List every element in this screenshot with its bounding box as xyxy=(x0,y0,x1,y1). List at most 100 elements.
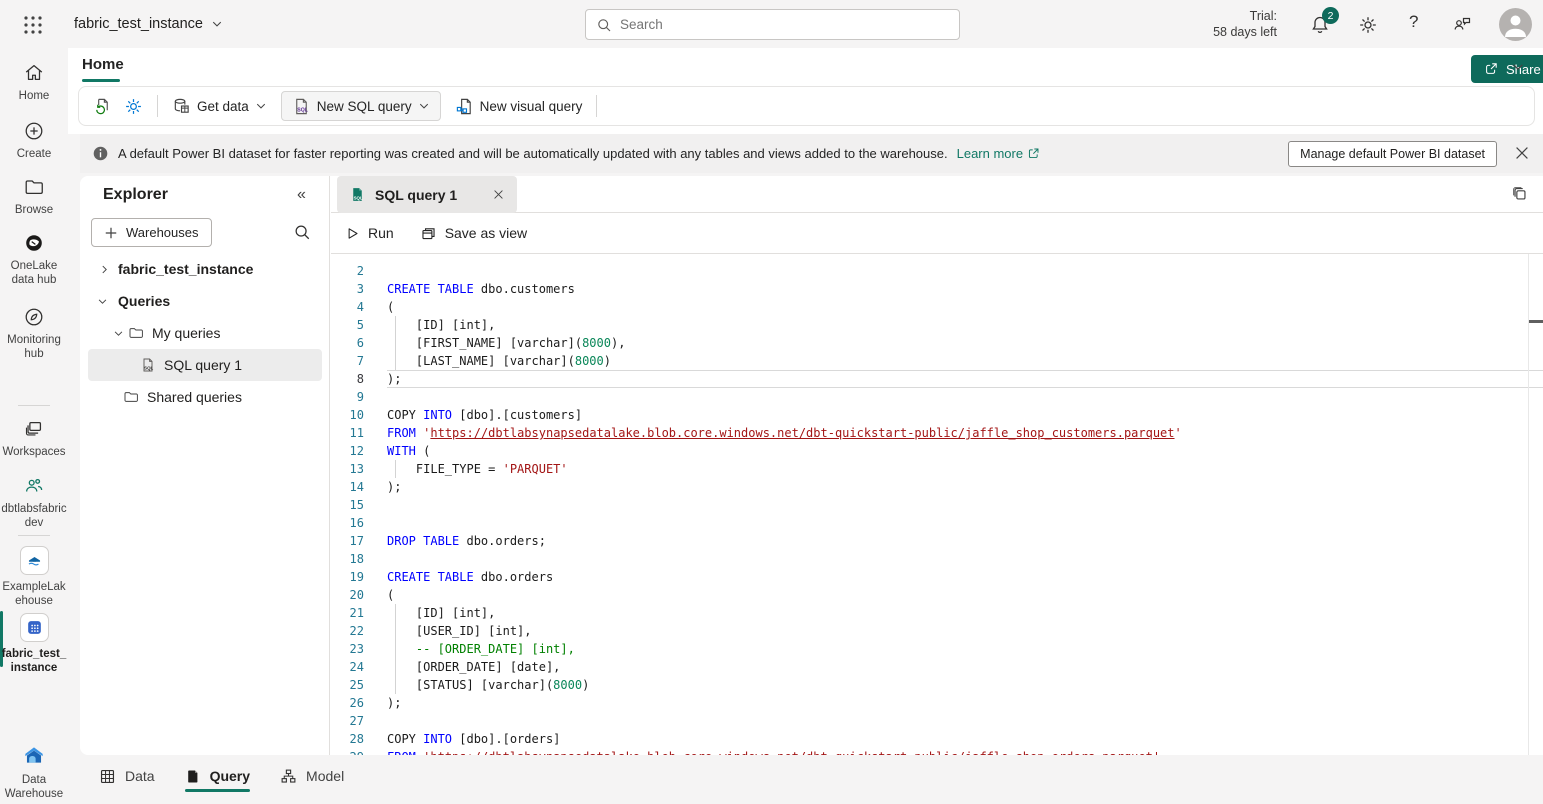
code-line-18: 18 xyxy=(331,550,1543,568)
get-data-button[interactable]: Get data xyxy=(166,91,273,121)
close-icon[interactable] xyxy=(1513,144,1531,162)
code-line-9: 9 xyxy=(331,388,1543,406)
code-line-2: 2 xyxy=(331,262,1543,280)
model-diagram-icon xyxy=(280,768,297,785)
plus-icon xyxy=(104,226,118,240)
code-line-23: 23 -- [ORDER_DATE] [int], xyxy=(331,640,1543,658)
close-tab-icon[interactable] xyxy=(492,188,505,201)
code-line-27: 27 xyxy=(331,712,1543,730)
run-button[interactable]: Run xyxy=(345,225,394,241)
nav-rail-item-data-warehouse[interactable]: Data Warehouse xyxy=(0,742,68,801)
overview-ruler-mark xyxy=(1529,320,1543,323)
play-icon xyxy=(345,226,360,241)
nav-rail-item-browse[interactable]: Browse xyxy=(0,176,68,217)
workspace-switcher[interactable]: fabric_test_instance xyxy=(74,13,223,35)
onelake-icon xyxy=(23,232,45,254)
code-line-13: 13 FILE_TYPE = 'PARQUET' xyxy=(331,460,1543,478)
view-tab-query[interactable]: Query xyxy=(185,768,250,792)
code-line-24: 24 [ORDER_DATE] [date], xyxy=(331,658,1543,676)
code-lines: 23CREATE TABLE dbo.customers4(5 [ID] [in… xyxy=(331,262,1543,755)
explorer-panel: Explorer « Warehouses fabric_test_instan… xyxy=(80,176,330,755)
svg-text:SQL: SQL xyxy=(297,107,309,113)
code-line-7: 7 [LAST_NAME] [varchar](8000) xyxy=(331,352,1543,370)
code-line-14: 14); xyxy=(331,478,1543,496)
toolbar-divider xyxy=(157,95,158,117)
search-input[interactable] xyxy=(620,17,920,32)
rail-divider xyxy=(18,405,50,406)
learn-more-link[interactable]: Learn more xyxy=(957,146,1040,161)
tree-item-sql-query-1[interactable]: SQL SQL query 1 xyxy=(88,349,322,381)
bottom-view-switcher: Data Query Model xyxy=(80,755,1543,804)
workspace-name: fabric_test_instance xyxy=(74,16,203,32)
new-visual-query-button[interactable]: New visual query xyxy=(449,91,589,121)
search-icon[interactable] xyxy=(293,223,311,241)
ribbon-tab-home[interactable]: Home xyxy=(82,56,124,73)
query-command-bar: Run Save as view xyxy=(331,213,1543,254)
copy-icon[interactable] xyxy=(1511,185,1529,203)
ribbon: Home Share Get data SQL New SQL query Ne… xyxy=(68,48,1543,134)
code-line-21: 21 [ID] [int], xyxy=(331,604,1543,622)
chevron-down-icon xyxy=(94,293,110,309)
tab-sql-query-1[interactable]: SQL SQL query 1 xyxy=(337,176,517,213)
feedback-icon[interactable] xyxy=(1452,14,1472,34)
manage-default-dataset-button[interactable]: Manage default Power BI dataset xyxy=(1288,141,1497,167)
toolbar-divider xyxy=(596,95,597,117)
tree-item-shared-queries[interactable]: Shared queries xyxy=(88,381,322,413)
info-icon xyxy=(92,145,109,162)
warehouse-icon xyxy=(20,613,49,642)
collapse-explorer-icon[interactable]: « xyxy=(297,186,306,204)
nav-rail: Home Create Browse OneLake data hub Moni… xyxy=(0,48,68,804)
top-bar: fabric_test_instance Trial: 58 days left… xyxy=(0,0,1543,48)
nav-rail-item-onelake-data-hub[interactable]: OneLake data hub xyxy=(0,232,68,287)
code-line-6: 6 [FIRST_NAME] [varchar](8000), xyxy=(331,334,1543,352)
database-icon xyxy=(172,97,191,116)
nav-rail-item-fabric-test-instance[interactable]: fabric_test_instance xyxy=(0,613,68,675)
active-tab-underline xyxy=(82,79,120,82)
editor-scrollbar-track[interactable] xyxy=(1528,254,1529,755)
nav-rail-item-workspaces[interactable]: Workspaces xyxy=(0,418,68,459)
add-warehouses-button[interactable]: Warehouses xyxy=(91,218,212,247)
share-button[interactable]: Share xyxy=(1471,55,1543,83)
main-panel: Explorer « Warehouses fabric_test_instan… xyxy=(80,176,1543,755)
share-icon xyxy=(1483,61,1499,77)
query-workarea: SQL SQL query 1 Run Save as view 23CREAT… xyxy=(331,176,1543,755)
code-line-12: 12WITH ( xyxy=(331,442,1543,460)
toolbar: Get data SQL New SQL query New visual qu… xyxy=(78,86,1535,126)
nav-rail-item-dbtlabsfabricdev[interactable]: dbtlabsfabricdev xyxy=(0,475,68,530)
code-line-16: 16 xyxy=(331,514,1543,532)
query-settings-button[interactable] xyxy=(118,91,149,121)
nav-rail-item-examplelakehouse[interactable]: ExampleLakehouse xyxy=(0,546,68,608)
help-icon[interactable]: ? xyxy=(1409,12,1418,32)
code-line-29: 29FROM 'https://dbtlabsynapsedatalake.bl… xyxy=(331,748,1543,755)
sql-editor[interactable]: 23CREATE TABLE dbo.customers4(5 [ID] [in… xyxy=(331,254,1543,755)
save-as-view-button[interactable]: Save as view xyxy=(420,225,527,242)
chevron-down-icon xyxy=(418,100,430,112)
view-tab-data[interactable]: Data xyxy=(99,768,155,792)
code-line-10: 10COPY INTO [dbo].[customers] xyxy=(331,406,1543,424)
query-document-icon xyxy=(185,768,201,785)
settings-gear-icon[interactable] xyxy=(1358,15,1378,35)
code-line-20: 20( xyxy=(331,586,1543,604)
workspaces-icon xyxy=(23,418,45,440)
global-search[interactable] xyxy=(585,9,960,40)
lakehouse-icon xyxy=(20,546,49,575)
collapse-ribbon-chevron-icon[interactable] xyxy=(1511,60,1525,74)
monitoring-hub-icon xyxy=(23,306,45,328)
tree-item-warehouse-root[interactable]: fabric_test_instance xyxy=(88,253,322,285)
sql-file-icon: SQL xyxy=(140,357,156,373)
view-tab-model[interactable]: Model xyxy=(280,768,344,792)
code-line-11: 11FROM 'https://dbtlabsynapsedatalake.bl… xyxy=(331,424,1543,442)
nav-rail-item-create[interactable]: Create xyxy=(0,120,68,161)
search-icon xyxy=(596,17,612,33)
user-avatar[interactable] xyxy=(1499,8,1532,41)
nav-rail-item-home[interactable]: Home xyxy=(0,62,68,103)
banner-message: A default Power BI dataset for faster re… xyxy=(118,146,948,161)
nav-rail-item-monitoring-hub[interactable]: Monitoring hub xyxy=(0,306,68,361)
tree-item-queries[interactable]: Queries xyxy=(88,285,322,317)
new-sql-query-button[interactable]: SQL New SQL query xyxy=(281,91,441,121)
code-line-26: 26); xyxy=(331,694,1543,712)
app-launcher-icon[interactable] xyxy=(22,14,44,36)
refresh-script-button[interactable] xyxy=(87,91,118,121)
rail-divider xyxy=(18,535,50,536)
tree-item-my-queries[interactable]: My queries xyxy=(88,317,322,349)
